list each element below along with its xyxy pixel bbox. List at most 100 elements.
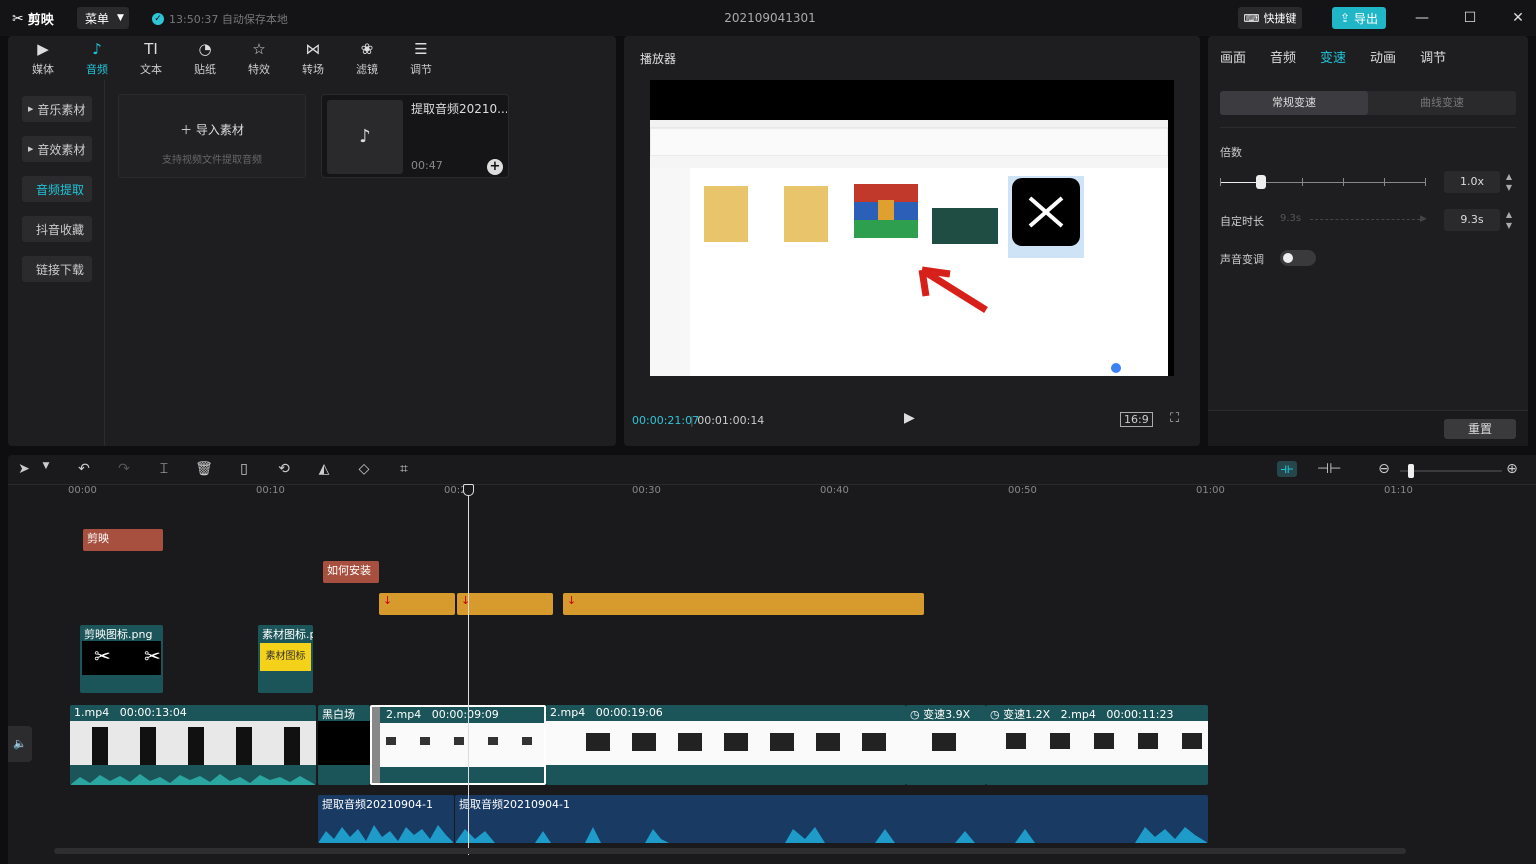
video-clip-label: 2.mp4 00:00:19:06 [550,706,663,719]
tab-audio-props[interactable]: 音频 [1270,47,1296,66]
export-button[interactable]: ⇪ 导出 [1332,7,1386,29]
tab-animation[interactable]: 动画 [1370,47,1396,66]
multiplier-input[interactable]: 1.0x [1444,171,1500,193]
freeze-icon[interactable]: ▯ [234,461,254,477]
zoom-slider[interactable] [1400,470,1502,472]
menu-dropdown[interactable]: 菜单 ▼ [77,7,129,29]
sidebar-item-extract[interactable]: 音频提取 [22,176,92,202]
video-clip[interactable]: ◷ 变速3.9X [906,705,986,785]
minimize-icon[interactable]: — [1412,8,1432,28]
clip-handle-left[interactable] [372,707,380,783]
audio-card-name: 提取音频20210... [411,102,507,116]
aspect-ratio-button[interactable]: 16:9 [1120,412,1153,427]
crop-icon[interactable]: ⌗ [394,461,414,477]
text-clip[interactable]: 剪映 [83,529,163,551]
effect-clip[interactable]: ↓ [457,593,553,615]
import-hint: 支持视频文件提取音频 [162,155,262,166]
video-clip-selected[interactable]: 2.mp4 00:00:09:09 [370,705,546,785]
effect-clip[interactable]: ↓ [563,593,924,615]
preview-screen[interactable] [650,80,1174,376]
clip-duration: 00:00:11:23 [1106,708,1174,721]
audio-clip[interactable]: 提取音频20210904-1 [455,795,1208,843]
tab-adjust[interactable]: ☰ 调节 [394,36,448,80]
toggle-knob [1283,253,1293,263]
tiktok-note-icon: ♪ [327,100,403,174]
slider-tick [1302,178,1303,186]
sidebar-item-sfx[interactable]: ▶ 音效素材 [22,136,92,162]
playhead[interactable] [468,485,469,855]
effect-clip[interactable]: ↓ [379,593,455,615]
playhead-handle[interactable] [463,484,474,496]
pitch-toggle[interactable] [1280,250,1316,266]
sidebar-item-douyin[interactable]: 抖音收藏 [22,216,92,242]
speed-icon: ◷ [910,708,924,721]
normal-speed-tab[interactable]: 常规变速 [1220,91,1368,115]
tab-effects[interactable]: ☆ 特效 [232,36,286,80]
reverse-icon[interactable]: ⟲ [274,461,294,477]
tab-adjust-props[interactable]: 调节 [1420,47,1446,66]
audio-card[interactable]: ♪ 提取音频20210... 00:47 + [321,94,509,178]
import-material-box[interactable]: ＋ 导入素材 支持视频文件提取音频 [118,94,306,178]
tab-media[interactable]: ▶ 媒体 [16,36,70,80]
player-title: 播放器 [640,52,677,66]
tab-filter[interactable]: ❀ 滤镜 [340,36,394,80]
slider-fill [1220,182,1260,183]
timeline-scrollbar[interactable] [54,848,1406,854]
reset-button[interactable]: 重置 [1444,419,1516,439]
custom-duration-input[interactable]: 9.3s [1444,209,1500,231]
curve-speed-tab[interactable]: 曲线变速 [1368,91,1516,115]
total-time-wrap: | 00:01:00:14 [690,414,765,427]
video-clip[interactable]: 2.mp4 00:00:19:06 [546,705,906,785]
video-clip-label: 黑白场 [322,708,355,721]
snap-icon[interactable]: ⟛ [1277,461,1297,477]
chevron-down-icon[interactable]: ▼ [36,461,56,471]
split-icon[interactable]: ⌶ [154,461,174,477]
redo-icon[interactable]: ↷ [114,461,134,477]
sticker-clip[interactable]: 素材图标.p 素材图标 [258,625,313,693]
mute-track-icon[interactable]: 🔈 [8,726,32,762]
timeline-toolbar: ➤ ▼ ↶ ↷ ⌶ 🗑 ▯ ⟲ ◭ ◇ ⌗ ⟛ ⊣⊢ ⊖ ⊕ [8,455,1536,485]
video-clip[interactable]: 黑白场 [318,705,370,785]
video-clip[interactable]: ◷ 变速1.2X 2.mp4 00:00:11:23 [986,705,1208,785]
add-icon[interactable]: + [487,159,503,175]
time-ruler[interactable]: 00:00 00:10 00:20 00:30 00:40 00:50 01:0… [8,485,1536,499]
capcut-logo-icon: ✂ [144,644,161,668]
spin-arrows-icon[interactable]: ▲ ▼ [1502,209,1516,231]
spin-arrows-icon[interactable]: ▲ ▼ [1502,171,1516,193]
shortcut-button[interactable]: ⌨ 快捷键 [1238,7,1302,29]
undo-icon[interactable]: ↶ [74,461,94,477]
video-clip[interactable]: 1.mp4 00:00:13:04 [70,705,316,785]
tab-transition[interactable]: ⋈ 转场 [286,36,340,80]
zoom-in-icon[interactable]: ⊕ [1502,461,1522,477]
shortcut-label: 快捷键 [1263,12,1297,25]
speed-icon: ◷ [990,708,1004,721]
custom-duration-hint: 9.3s [1280,213,1302,224]
fullscreen-icon[interactable]: ⛶ [1170,411,1179,426]
tab-sticker[interactable]: ◔ 贴纸 [178,36,232,80]
zoom-knob[interactable] [1408,464,1414,478]
export-icon: ⇪ [1339,11,1351,25]
menu-label: 菜单 [85,11,110,26]
mirror-icon[interactable]: ◭ [314,461,334,477]
sticker-clip[interactable]: 剪映图标.png ✂ ✂ [80,625,163,693]
select-cursor-icon[interactable]: ➤ [14,461,34,477]
link-split-icon[interactable]: ⊣⊢ [1317,461,1341,477]
tab-text[interactable]: TI 文本 [124,36,178,80]
media-panel: ▶ 媒体 ♪ 音频 TI 文本 ◔ 贴纸 ☆ 特效 ⋈ 转场 ❀ 滤镜 ☰ 调节 ▶ 音乐素材 ▶… [8,36,616,446]
tab-audio[interactable]: ♪ 音频 [70,36,124,80]
sticker-clip-label: 素材图标.p [262,628,313,641]
maximize-icon[interactable]: ☐ [1460,8,1480,28]
text-clip[interactable]: 如何安装 [323,561,379,583]
play-icon[interactable]: ▶ [904,410,915,426]
sidebar-item-music[interactable]: ▶ 音乐素材 [22,96,92,122]
slider-knob[interactable] [1256,175,1266,189]
audio-clip[interactable]: 提取音频20210904-1 [318,795,454,843]
zoom-out-icon[interactable]: ⊖ [1374,461,1394,477]
rotate-icon[interactable]: ◇ [354,461,374,477]
property-tabs: 画面 音频 变速 动画 调节 [1208,36,1528,76]
tab-speed[interactable]: 变速 [1320,47,1346,66]
delete-icon[interactable]: 🗑 [194,461,214,477]
sidebar-item-link[interactable]: 链接下载 [22,256,92,282]
tab-picture[interactable]: 画面 [1220,47,1246,66]
close-icon[interactable]: ✕ [1508,8,1528,28]
